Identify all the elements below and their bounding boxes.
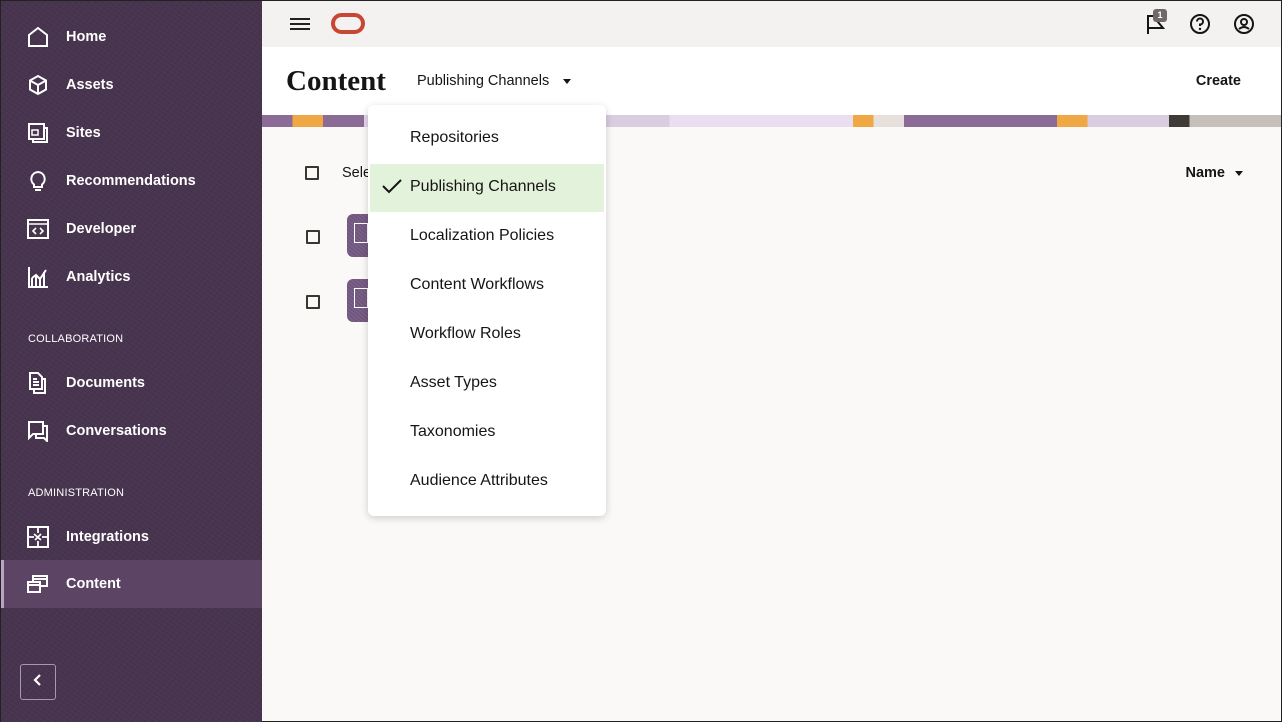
home-icon <box>27 26 49 48</box>
sidebar-item-analytics[interactable]: Analytics <box>1 253 262 301</box>
menu-item-repositories[interactable]: Repositories <box>370 115 604 163</box>
sidebar-item-label: Documents <box>66 375 145 391</box>
menu-item-label: Asset Types <box>410 374 497 391</box>
create-button[interactable]: Create <box>1196 73 1241 89</box>
menu-item-asset-types[interactable]: Asset Types <box>370 360 604 408</box>
chevron-left-icon <box>33 673 43 691</box>
sidebar-item-home[interactable]: Home <box>1 13 262 61</box>
content-windows-icon <box>27 573 49 595</box>
sidebar-item-label: Recommendations <box>66 173 196 189</box>
select-all-checkbox[interactable] <box>305 166 319 180</box>
row-checkbox[interactable] <box>306 230 320 244</box>
sidebar-item-integrations[interactable]: Integrations <box>1 513 262 561</box>
menu-item-audience-attributes[interactable]: Audience Attributes <box>370 458 604 506</box>
menu-item-publishing-channels[interactable]: Publishing Channels <box>370 164 604 212</box>
sort-dropdown[interactable]: Name <box>1185 165 1243 181</box>
section-label-administration: ADMINISTRATION <box>28 487 125 499</box>
publishing-channel-icon <box>354 223 368 243</box>
sort-label: Name <box>1185 165 1226 181</box>
section-label-collaboration: COLLABORATION <box>28 333 124 345</box>
top-bar <box>262 1 1281 47</box>
help-icon[interactable] <box>1189 13 1211 35</box>
sidebar-item-label: Integrations <box>66 529 149 545</box>
notification-badge: 1 <box>1153 9 1167 22</box>
channel-selector-label: Publishing Channels <box>417 73 550 89</box>
sidebar-item-label: Analytics <box>66 269 131 285</box>
sidebar-item-label: Conversations <box>66 423 167 439</box>
sidebar-item-conversations[interactable]: Conversations <box>1 407 262 455</box>
page-title: Content <box>286 65 386 97</box>
chat-icon <box>27 420 49 442</box>
menu-item-localization-policies[interactable]: Localization Policies <box>370 213 604 261</box>
caret-down-icon <box>563 78 572 84</box>
select-all-label: Sele <box>342 165 372 181</box>
menu-item-label: Audience Attributes <box>410 472 548 489</box>
check-icon <box>382 178 402 199</box>
user-icon[interactable] <box>1233 13 1255 35</box>
sidebar-item-label: Home <box>66 29 107 45</box>
sidebar-item-label: Developer <box>66 221 137 237</box>
sidebar-item-label: Sites <box>66 125 101 141</box>
oracle-logo[interactable] <box>331 13 365 34</box>
menu-item-label: Workflow Roles <box>410 325 521 342</box>
sidebar-item-label: Content <box>66 576 121 592</box>
sidebar-item-recommendations[interactable]: Recommendations <box>1 157 262 205</box>
menu-item-label: Repositories <box>410 129 499 146</box>
row-checkbox[interactable] <box>306 295 320 309</box>
caret-down-icon <box>1235 170 1243 176</box>
sidebar-item-documents[interactable]: Documents <box>1 359 262 407</box>
collapse-sidebar-button[interactable] <box>20 664 56 700</box>
code-window-icon <box>27 218 49 240</box>
puzzle-icon <box>27 526 49 548</box>
menu-item-label: Taxonomies <box>410 423 496 440</box>
sidebar-item-assets[interactable]: Assets <box>1 61 262 109</box>
documents-icon <box>27 372 49 394</box>
sites-icon <box>27 122 49 144</box>
sidebar-item-content[interactable]: Content <box>1 560 262 608</box>
menu-item-label: Localization Policies <box>410 227 555 244</box>
sidebar-item-developer[interactable]: Developer <box>1 205 262 253</box>
sidebar-item-sites[interactable]: Sites <box>1 109 262 157</box>
cube-icon <box>27 74 49 96</box>
bar-chart-icon <box>27 266 49 288</box>
publishing-channel-icon <box>354 288 368 308</box>
channel-dropdown-menu: Repositories Publishing Channels Localiz… <box>368 105 606 516</box>
lightbulb-icon <box>27 170 49 192</box>
menu-icon[interactable] <box>290 15 310 33</box>
sidebar-item-label: Assets <box>66 77 114 93</box>
channel-selector[interactable]: Publishing Channels <box>417 73 572 89</box>
menu-item-content-workflows[interactable]: Content Workflows <box>370 262 604 310</box>
menu-item-taxonomies[interactable]: Taxonomies <box>370 409 604 457</box>
sidebar: Home Assets Sites Recommendations Develo… <box>1 1 262 722</box>
menu-item-label: Content Workflows <box>410 276 544 293</box>
menu-item-workflow-roles[interactable]: Workflow Roles <box>370 311 604 359</box>
menu-item-label: Publishing Channels <box>410 178 556 195</box>
